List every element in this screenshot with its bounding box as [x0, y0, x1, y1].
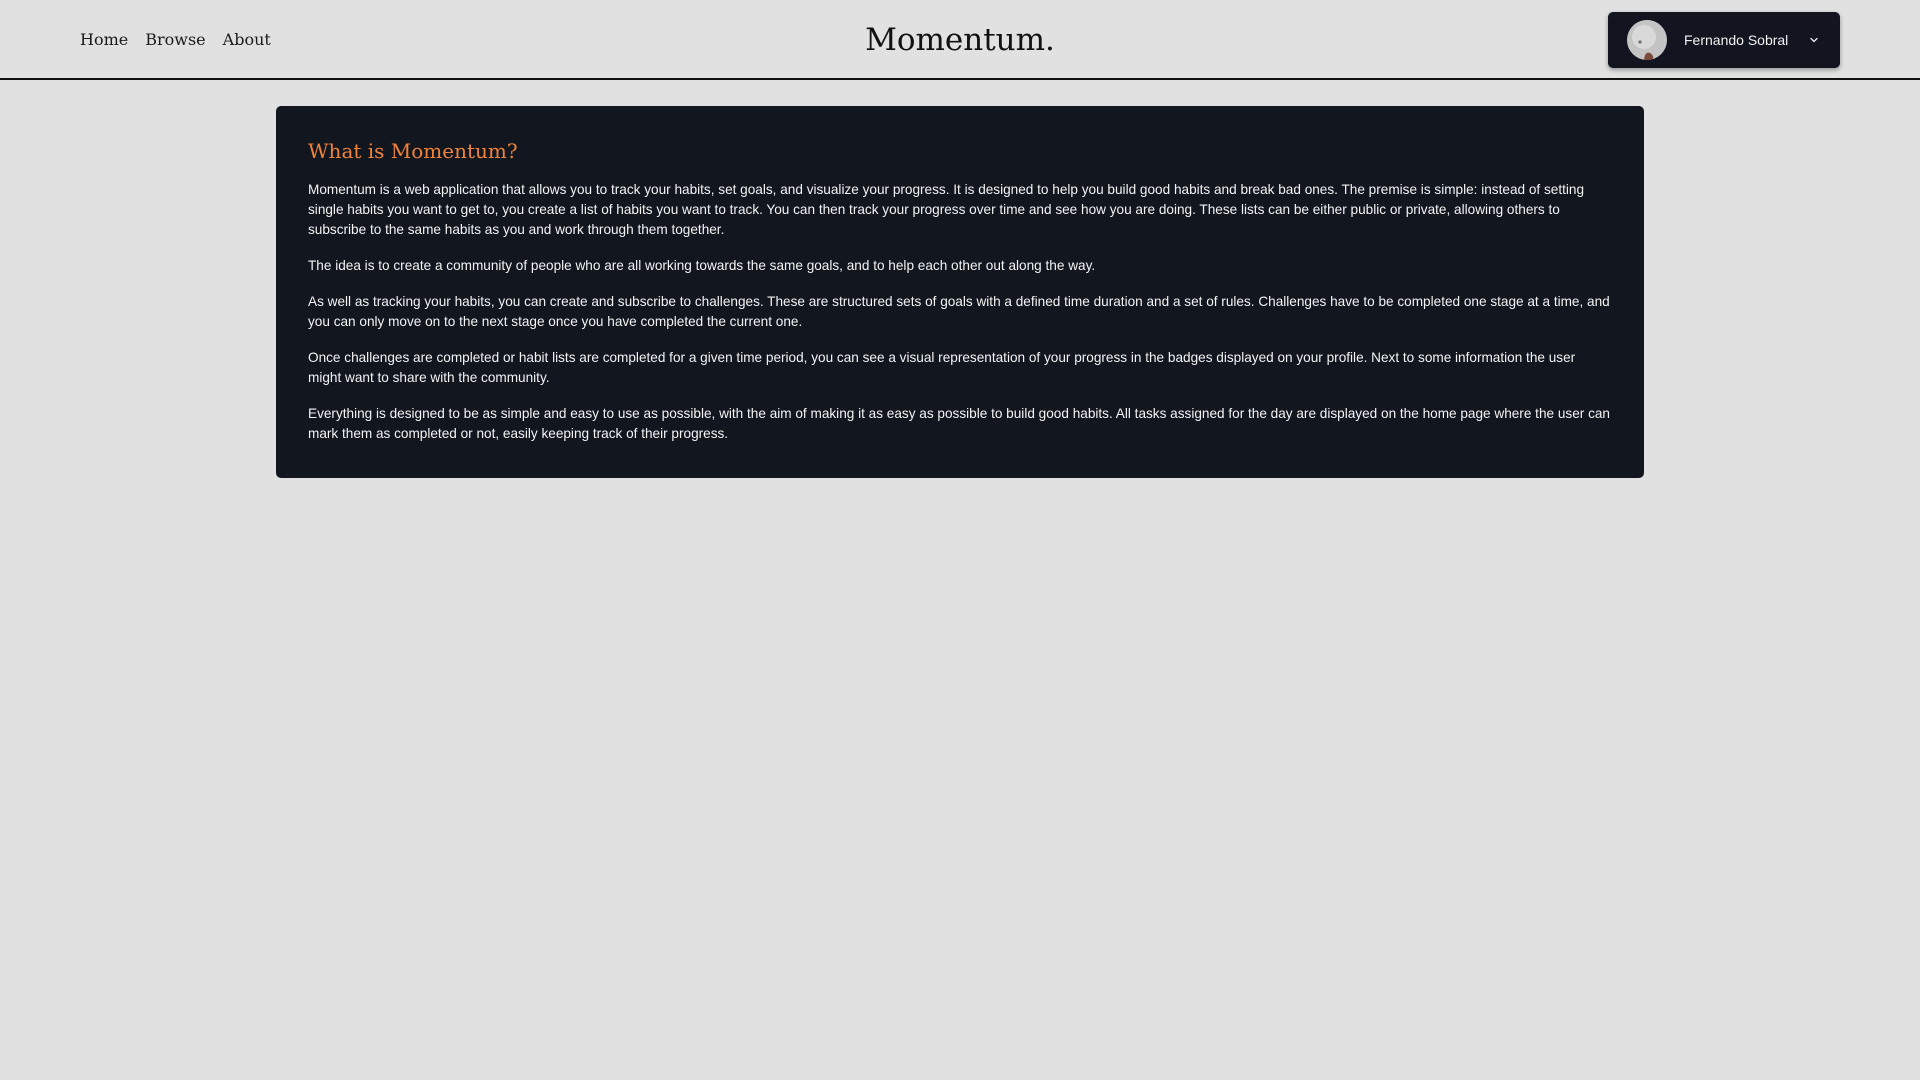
user-avatar-icon: [1627, 20, 1667, 60]
main-nav: Home Browse About: [80, 28, 271, 52]
nav-link-browse[interactable]: Browse: [145, 28, 205, 52]
chevron-down-icon[interactable]: [1808, 32, 1820, 48]
about-paragraph: Momentum is a web application that allow…: [308, 182, 1585, 237]
about-paragraph: As well as tracking your habits, you can…: [308, 294, 1610, 329]
nav-link-about[interactable]: About: [223, 28, 271, 52]
about-title: What is Momentum?: [308, 139, 518, 163]
top-navigation-bar: Home Browse About Momentum. Fernando Sob…: [0, 0, 1920, 80]
brand-title[interactable]: Momentum.: [865, 22, 1055, 58]
user-menu-button[interactable]: Fernando Sobral: [1608, 12, 1840, 68]
user-name: Fernando Sobral: [1684, 32, 1789, 48]
user-avatar: [1627, 20, 1667, 60]
nav-link-home[interactable]: Home: [80, 28, 128, 52]
about-paragraph: Once challenges are completed or habit l…: [308, 350, 1576, 385]
about-card: What is Momentum? Momentum is a web appl…: [276, 106, 1644, 478]
about-paragraph: Everything is designed to be as simple a…: [308, 406, 1610, 441]
about-paragraph: The idea is to create a community of peo…: [308, 258, 1096, 273]
